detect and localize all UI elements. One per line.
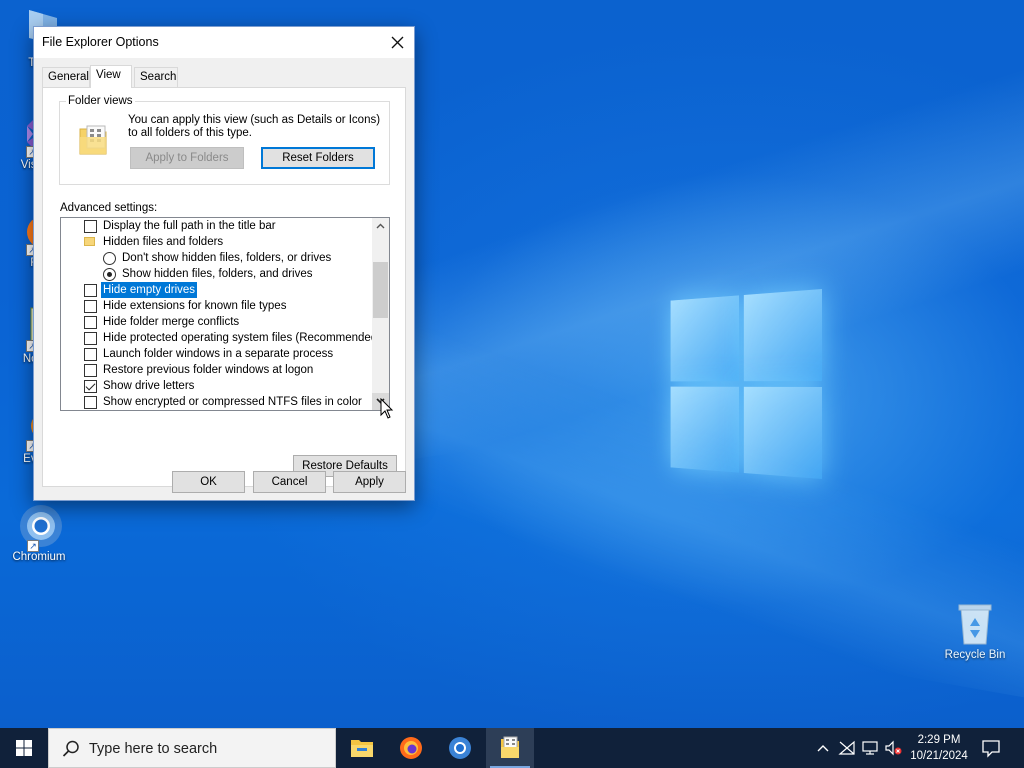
advanced-setting-label: Hidden files and folders (103, 236, 224, 248)
advanced-setting-item[interactable]: Launch folder windows in a separate proc… (61, 346, 371, 362)
file-explorer-icon (351, 740, 373, 757)
desktop-icon-label: Chromium (12, 551, 66, 563)
recycle-bin-icon (953, 602, 997, 646)
folder-icon (84, 237, 95, 246)
advanced-settings-label: Advanced settings: (60, 202, 158, 214)
cancel-button[interactable]: Cancel (253, 471, 326, 493)
tab-search[interactable]: Search (134, 67, 178, 87)
advanced-setting-item[interactable]: Show encrypted or compressed NTFS files … (61, 394, 371, 410)
checkbox[interactable] (84, 284, 97, 297)
show-hidden-icons-button[interactable] (814, 740, 832, 756)
scroll-up-button[interactable] (372, 218, 389, 235)
advanced-setting-label: Hide folder merge conflicts (103, 316, 240, 328)
taskbar-folder-options[interactable] (486, 728, 534, 768)
folder-views-icon (79, 125, 107, 155)
checkbox[interactable] (84, 364, 97, 377)
advanced-setting-item[interactable]: Hide folder merge conflicts (61, 314, 371, 330)
firefox-icon (400, 737, 422, 759)
advanced-setting-label: Launch folder windows in a separate proc… (103, 348, 334, 360)
radio-selected[interactable] (103, 268, 116, 281)
tab-view[interactable]: View (90, 65, 132, 88)
folder-views-group: Folder views You can apply this view (su… (59, 95, 390, 185)
tray-network[interactable] (861, 740, 879, 756)
clock-time: 2:29 PM (917, 734, 961, 746)
chromium-icon: ↗ (17, 504, 62, 552)
advanced-setting-item[interactable]: Hide extensions for known file types (61, 298, 371, 314)
notification-icon (982, 740, 1000, 758)
desktop-icon-label: Recycle Bin (944, 649, 1006, 661)
advanced-setting-label: Display the full path in the title bar (103, 220, 276, 232)
chevron-up-icon (817, 745, 829, 752)
advanced-setting-label: Show encrypted or compressed NTFS files … (103, 396, 362, 408)
network-icon (862, 741, 878, 755)
windows-logo-wallpaper (670, 289, 822, 479)
taskbar-file-explorer[interactable] (338, 728, 386, 768)
checkbox[interactable] (84, 348, 97, 361)
checkbox[interactable] (84, 332, 97, 345)
vertical-scrollbar[interactable] (372, 218, 389, 410)
dialog-title: File Explorer Options (42, 35, 159, 49)
folder-views-description: You can apply this view (such as Details… (128, 114, 381, 139)
close-button[interactable] (380, 27, 414, 58)
taskbar: Type here to search 2:29 PM 10/21/2024 (0, 728, 1024, 768)
network-disconnected-icon (838, 740, 855, 755)
checkbox[interactable] (84, 220, 97, 233)
checkbox[interactable] (84, 300, 97, 313)
desktop-icon-chromium[interactable]: ↗ Chromium (2, 504, 76, 564)
advanced-setting-label: Hide protected operating system files (R… (103, 332, 382, 344)
advanced-setting-item[interactable]: Restore previous folder windows at logon (61, 362, 371, 378)
ok-button[interactable]: OK (172, 471, 245, 493)
windows-start-icon (16, 740, 32, 756)
advanced-setting-item[interactable]: Hide empty drives (61, 282, 371, 298)
checkbox-checked[interactable] (84, 380, 97, 393)
clock-date: 10/21/2024 (910, 750, 968, 762)
mouse-pointer-icon (380, 398, 394, 419)
advanced-setting-item[interactable]: Show hidden files, folders, and drives (61, 266, 371, 282)
checkbox[interactable] (84, 316, 97, 329)
tray-volume[interactable] (884, 740, 902, 756)
action-center-button[interactable] (980, 738, 1002, 758)
apply-button[interactable]: Apply (333, 471, 406, 493)
advanced-setting-label: Don't show hidden files, folders, or dri… (122, 252, 332, 264)
advanced-setting-label: Hide extensions for known file types (103, 300, 287, 312)
reset-folders-button[interactable]: Reset Folders (261, 147, 375, 169)
advanced-setting-item[interactable]: Don't show hidden files, folders, or dri… (61, 250, 371, 266)
view-tab-panel: Folder views You can apply this view (su… (42, 87, 406, 487)
apply-to-folders-button[interactable]: Apply to Folders (130, 147, 244, 169)
tray-network-disconnected[interactable] (838, 740, 856, 756)
start-button[interactable] (0, 728, 48, 768)
tab-general[interactable]: General (42, 67, 90, 87)
taskbar-clock[interactable]: 2:29 PM 10/21/2024 (904, 732, 974, 764)
chevron-up-icon (376, 223, 385, 229)
chromium-icon (449, 737, 471, 759)
advanced-setting-label: Hide empty drives (101, 282, 198, 298)
search-placeholder: Type here to search (89, 741, 218, 757)
taskbar-search-box[interactable]: Type here to search (48, 728, 336, 768)
close-icon (391, 36, 403, 49)
advanced-setting-label: Restore previous folder windows at logon (103, 364, 314, 376)
folder-options-icon (501, 736, 519, 758)
advanced-setting-item[interactable]: Hidden files and folders (61, 234, 371, 250)
advanced-setting-label: Show drive letters (103, 380, 195, 392)
advanced-setting-item[interactable]: Hide protected operating system files (R… (61, 330, 381, 346)
advanced-settings-list[interactable]: Display the full path in the title bar Hi… (60, 217, 390, 411)
advanced-setting-item[interactable]: Display the full path in the title bar (61, 218, 371, 234)
checkbox[interactable] (84, 396, 97, 409)
desktop-icon-recycle-bin[interactable]: Recycle Bin (938, 602, 1012, 662)
volume-muted-icon (885, 740, 902, 756)
advanced-setting-item[interactable]: Show drive letters (61, 378, 371, 394)
advanced-setting-label: Show hidden files, folders, and drives (122, 268, 313, 280)
scroll-thumb[interactable] (373, 262, 388, 318)
file-explorer-options-dialog: File Explorer Options General View Searc… (33, 26, 415, 501)
folder-views-legend: Folder views (66, 95, 135, 107)
search-icon (62, 740, 79, 757)
dialog-titlebar[interactable]: File Explorer Options (34, 27, 414, 58)
taskbar-chromium[interactable] (436, 728, 484, 768)
taskbar-firefox[interactable] (387, 728, 435, 768)
radio-button[interactable] (103, 252, 116, 265)
